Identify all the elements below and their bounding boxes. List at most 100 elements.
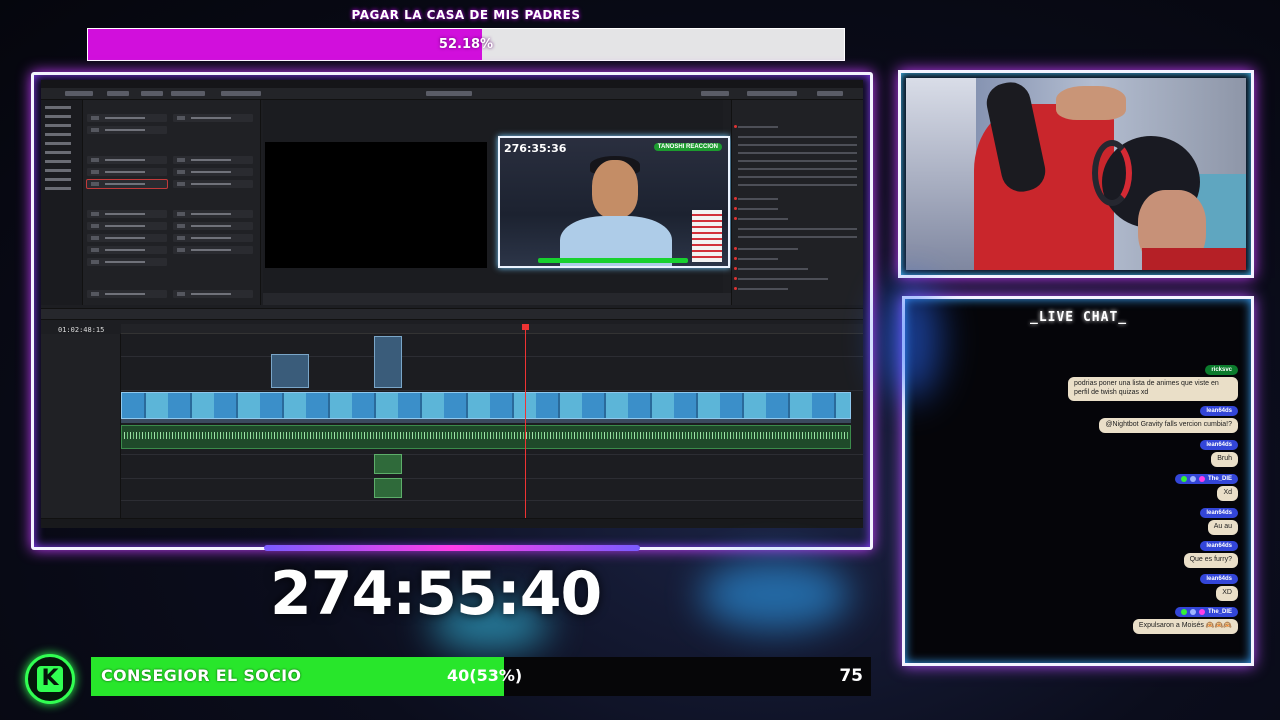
- bottom-goal-progress-bar: CONSEGIOR EL SOCIO 40(53%) 75: [91, 657, 871, 696]
- timeline-tracks: [121, 334, 863, 518]
- timeline-timecode: 01:02:48:15: [58, 326, 105, 334]
- inspector-row: [734, 217, 788, 220]
- preview-person-face: [592, 160, 638, 218]
- chat-username[interactable]: lean64ds: [1200, 541, 1238, 551]
- chat-username[interactable]: ricksvc: [1205, 365, 1238, 375]
- audio-clip-small: [374, 478, 402, 498]
- effect-item-selected: [86, 179, 168, 189]
- kick-logo-icon: K: [25, 654, 75, 704]
- effect-item: [87, 258, 167, 266]
- cam-window-background: [906, 78, 976, 270]
- toolbar-item: [171, 91, 205, 96]
- toolbar-item: [141, 91, 163, 96]
- effect-item: [87, 156, 167, 164]
- toolbar-item: [107, 91, 129, 96]
- chat-username-text: The_DIE: [1207, 609, 1232, 615]
- effect-item: [173, 210, 253, 218]
- preview-channel-tag: TANOSHI REACCION: [653, 143, 722, 151]
- bottom-goal-title: CONSEGIOR EL SOCIO: [101, 666, 302, 685]
- effects-nav: [41, 100, 83, 305]
- effect-item: [87, 290, 167, 298]
- preview-goal-bar: [538, 258, 688, 263]
- effect-item: [173, 114, 253, 122]
- inspector-row: [738, 236, 857, 238]
- preview-chat-panel: [692, 210, 722, 262]
- effect-item: [173, 234, 253, 242]
- chat-username-text: lean64ds: [1206, 543, 1232, 549]
- track-divider: [121, 454, 863, 455]
- toolbar-item: [426, 91, 472, 96]
- toolbar-item: [221, 91, 261, 96]
- inspector-row: [738, 176, 857, 178]
- chat-username-text: lean64ds: [1206, 576, 1232, 582]
- chat-username-text: lean64ds: [1206, 408, 1232, 414]
- inspector-row: [734, 267, 808, 270]
- inspector-row: [738, 160, 857, 162]
- track-headers: [41, 334, 121, 518]
- chat-username[interactable]: lean64ds: [1200, 508, 1238, 518]
- editor-page-bar: [41, 518, 863, 528]
- audio-clip-small: [374, 454, 402, 474]
- inspector-row: [738, 152, 857, 154]
- timeline-playhead: [522, 324, 529, 518]
- chat-message-text: @Nightbot Gravity falls vercion cumbia!?: [1099, 418, 1238, 433]
- subathon-countdown: 274:55:40: [270, 559, 602, 629]
- chat-message-text: Expulsaron a Moisés 🙉🙉🙉: [1132, 619, 1238, 634]
- chat-badge-icon: [1189, 609, 1196, 615]
- webcam-feed: [906, 78, 1246, 270]
- kick-logo-letter: K: [37, 666, 63, 692]
- chat-badge-icon: [1180, 609, 1187, 615]
- timeline-viewer-preview: 276:35:36 TANOSHI REACCION: [498, 136, 730, 268]
- top-goal-percent: 52.18%: [438, 37, 494, 52]
- inspector-row: [734, 207, 778, 210]
- chat-message: lean64ds Bruh: [1200, 440, 1238, 467]
- inspector-row: [734, 197, 778, 200]
- chat-badge-icon: [1189, 476, 1196, 482]
- chat-username[interactable]: lean64ds: [1200, 574, 1238, 584]
- effect-item: [173, 222, 253, 230]
- inspector-panel: [731, 100, 863, 305]
- effect-item: [87, 168, 167, 176]
- inspector-row: [734, 257, 778, 260]
- inspector-row: [734, 277, 828, 280]
- inspector-row: [734, 125, 778, 128]
- track-divider: [121, 356, 863, 357]
- chat-username[interactable]: lean64ds: [1200, 440, 1238, 450]
- effects-library-panel: [41, 100, 261, 305]
- effect-item: [87, 234, 167, 242]
- chat-message: ricksvc podrias poner una lista de animes…: [1068, 365, 1238, 401]
- effect-item: [173, 156, 253, 164]
- chat-username[interactable]: The_DIE: [1174, 607, 1238, 617]
- headset-icon: [1092, 140, 1132, 206]
- chat-message-text: Bruh: [1211, 452, 1238, 467]
- chat-badge-icon: [1198, 476, 1205, 482]
- inspector-row: [738, 168, 857, 170]
- chat-badge-icon: [1180, 476, 1187, 482]
- chat-message-text: Au au: [1207, 520, 1238, 535]
- cam-shirt: [1142, 248, 1246, 270]
- chat-message-text: podrias poner una lista de animes que vi…: [1068, 377, 1238, 401]
- effect-item: [87, 126, 167, 134]
- inspector-row: [738, 136, 857, 138]
- video-clip: [121, 392, 851, 419]
- effect-item: [87, 114, 167, 122]
- chat-message: The_DIE Expulsaron a Moisés 🙉🙉🙉: [1132, 607, 1238, 634]
- toolbar-item: [65, 91, 93, 96]
- top-goal-progress-bar: 52.18%: [87, 28, 845, 61]
- chat-username[interactable]: The_DIE: [1174, 474, 1238, 484]
- bottom-goal-current: 40(53%): [447, 666, 523, 685]
- bottom-goal-target: 75: [839, 666, 863, 686]
- editor-menubar: [41, 80, 863, 88]
- chat-username-text: lean64ds: [1206, 510, 1232, 516]
- chat-message-text: Xd: [1217, 486, 1238, 501]
- timeline-toolbar: [41, 308, 863, 320]
- effect-item: [173, 168, 253, 176]
- chat-message: lean64ds @Nightbot Gravity falls vercion …: [1099, 406, 1238, 433]
- chat-username[interactable]: lean64ds: [1200, 406, 1238, 416]
- chat-username-text: The_DIE: [1207, 476, 1232, 482]
- image-clip: [374, 336, 402, 388]
- chat-message: The_DIE Xd: [1174, 474, 1238, 501]
- chat-username-text: lean64ds: [1206, 442, 1232, 448]
- chat-message: lean64ds Au au: [1200, 508, 1238, 535]
- title-clip: [271, 354, 309, 388]
